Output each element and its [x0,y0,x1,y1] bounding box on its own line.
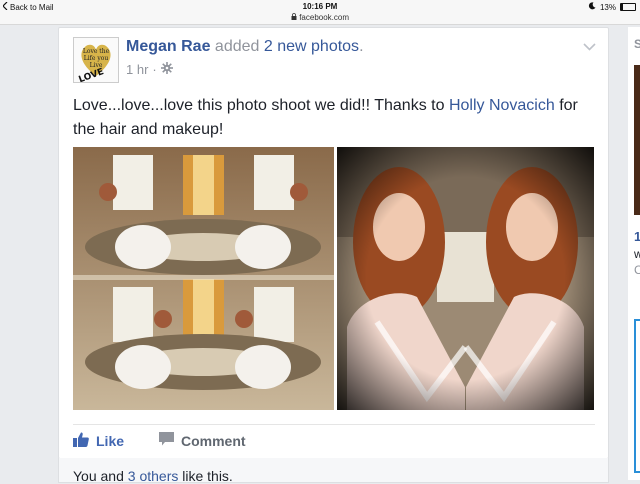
like-label: Like [96,433,125,449]
battery-percent: 13% [599,2,616,12]
right-column-line-2: w [634,247,640,261]
post-text-part-1: Love...love...love this photo shoot we d… [73,97,449,114]
right-column-number: 1 [634,229,640,244]
right-column: S 1 w C [628,27,640,480]
post-text: Love...love...love this photo shoot we d… [73,94,595,142]
likes-suffix: like this. [178,468,233,484]
right-column-line-3: C [634,263,640,277]
gear-icon[interactable] [160,62,173,77]
others-link[interactable]: 3 others [128,468,179,484]
likes-prefix: You and [73,468,128,484]
status-bar: Back to Mail 10:16 PM facebook.com 13% [0,0,640,25]
time-separator: · [152,62,157,77]
avatar-text-line-1: Love the [83,48,110,55]
right-column-heading: S [634,37,640,51]
avatar-image: Love the Life you Live LOVE [74,38,118,82]
clock: 10:16 PM [302,2,338,11]
url-bar[interactable]: facebook.com [0,13,640,22]
post-card: Love the Life you Live LOVE Megan Rae ad… [58,27,609,459]
right-column-thumbnail[interactable] [634,65,640,215]
avatar-text-line-2: Life you [84,55,109,62]
status-indicators: 13% [588,2,636,12]
right-column-card[interactable] [634,319,640,473]
avatar[interactable]: Love the Life you Live LOVE [73,37,119,83]
author-name[interactable]: Megan Rae [126,38,210,55]
comment-label: Comment [181,432,246,449]
like-button[interactable]: Like [73,432,124,450]
action-end: . [359,38,364,55]
post-meta: 1 hr · [126,62,173,77]
photo-1[interactable] [73,147,334,410]
post-options-chevron-icon[interactable] [583,38,596,56]
post-time[interactable]: 1 hr [126,62,148,77]
tagged-person-link[interactable]: Holly Novacich [449,97,555,114]
post-header: Megan Rae added 2 new photos. [126,38,364,56]
url-text: facebook.com [299,13,350,22]
comment-bubble-icon [159,432,174,449]
comment-button[interactable]: Comment [159,432,246,449]
new-photos-link[interactable]: 2 new photos [264,38,359,55]
photo-2[interactable] [337,147,594,410]
likes-summary: You and 3 others like this. [58,458,609,484]
lock-icon [291,13,299,22]
actions-divider [73,424,595,425]
battery-icon [620,3,636,11]
action-text: added [214,38,260,55]
moon-icon [588,2,596,12]
thumbs-up-icon [73,432,89,450]
